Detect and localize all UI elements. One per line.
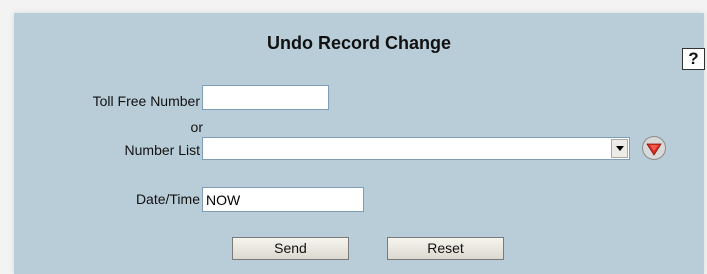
number-list-select[interactable] bbox=[202, 137, 630, 160]
toll-free-number-label: Toll Free Number bbox=[92, 93, 200, 109]
chevron-down-icon[interactable] bbox=[611, 139, 628, 158]
help-button[interactable]: ? bbox=[682, 48, 705, 70]
page-title: Undo Record Change bbox=[266, 33, 451, 53]
number-list-label: Number List bbox=[124, 142, 200, 158]
send-button[interactable]: Send bbox=[232, 237, 349, 260]
toll-free-number-input[interactable] bbox=[202, 85, 329, 110]
undo-record-change-panel: Undo Record Change ? Toll Free Number or… bbox=[14, 13, 705, 274]
or-label: or bbox=[190, 119, 203, 135]
red-down-arrow-icon[interactable] bbox=[641, 135, 667, 161]
date-time-input[interactable] bbox=[202, 187, 364, 212]
date-time-label: Date/Time bbox=[135, 191, 200, 207]
reset-button[interactable]: Reset bbox=[387, 237, 504, 260]
